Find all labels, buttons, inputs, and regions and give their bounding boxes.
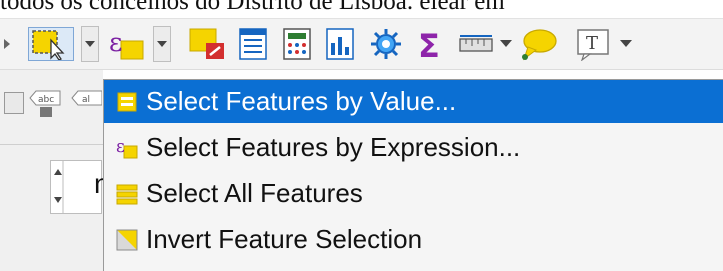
- menu-item-invert-selection[interactable]: Invert Feature Selection: [104, 218, 723, 261]
- form-select-icon: [117, 92, 137, 111]
- measure-line-button[interactable]: [456, 27, 496, 61]
- processing-toolbox-button[interactable]: [368, 27, 404, 61]
- spin-arrows-icon[interactable]: [51, 161, 65, 213]
- overflow-arrow-icon[interactable]: [2, 27, 12, 61]
- menu-item-select-by-expression[interactable]: ε Select Features by Expression...: [104, 126, 723, 169]
- label-abc-alt-icon: al: [71, 90, 103, 106]
- annotation-dropdown-arrow[interactable]: [620, 40, 632, 47]
- select-expression-dropdown[interactable]: [153, 26, 171, 62]
- label-abc-button[interactable]: abc: [28, 88, 62, 118]
- select-by-expression-button[interactable]: ε: [107, 27, 147, 61]
- select-all-icon: [116, 184, 138, 204]
- svg-text:T: T: [586, 33, 598, 54]
- deselect-features-icon: [189, 28, 224, 59]
- processing-toolbox-icon: [371, 29, 401, 59]
- open-attribute-table-button[interactable]: [236, 27, 270, 61]
- document-header-text: todos os concelhos do Distrito de Lisboa…: [0, 0, 505, 15]
- select-features-dropdown[interactable]: [81, 26, 99, 62]
- text-annotation-icon: T: [577, 29, 609, 62]
- svg-text:Σ: Σ: [418, 27, 440, 61]
- map-tips-button[interactable]: [518, 27, 558, 61]
- menu-item-label: Invert Feature Selection: [146, 224, 423, 254]
- menu-item-label: Select All Features: [146, 178, 363, 208]
- select-rectangle-icon: [32, 30, 65, 61]
- label-abc-alt-button[interactable]: al: [70, 88, 103, 118]
- invert-selection-icon: [116, 229, 138, 250]
- statistics-panel-button[interactable]: [323, 27, 357, 61]
- sigma-icon: Σ: [418, 27, 440, 65]
- select-by-expression-icon: ε: [109, 28, 144, 60]
- svg-text:al: al: [82, 95, 90, 105]
- menu-item-select-by-value[interactable]: Select Features by Value...: [104, 80, 723, 123]
- measure-line-icon: [459, 35, 493, 52]
- menu-item-label: Select Features by Expression...: [146, 132, 521, 162]
- label-tool-icon[interactable]: [4, 92, 24, 114]
- map-tips-icon: [522, 29, 557, 61]
- panel-divider: [0, 144, 103, 145]
- label-abc-icon: abc: [29, 90, 61, 117]
- sum-statistics-button[interactable]: Σ: [414, 27, 448, 65]
- field-calculator-icon: [283, 28, 311, 60]
- field-calculator-button[interactable]: [280, 27, 314, 61]
- attribute-table-icon: [239, 28, 267, 60]
- screenshot-root: todos os concelhos do Distrito de Lisboa…: [0, 0, 723, 271]
- epsilon-icon: ε: [116, 137, 138, 158]
- statistical-summary-icon: [326, 28, 354, 60]
- selection-toolbar: ε Σ T: [0, 18, 723, 70]
- svg-text:ε: ε: [116, 137, 125, 157]
- svg-text:ε: ε: [109, 28, 122, 58]
- menu-item-select-all[interactable]: Select All Features: [104, 172, 723, 215]
- svg-text:abc: abc: [38, 95, 54, 105]
- text-annotation-button[interactable]: T: [574, 27, 614, 62]
- deselect-features-button[interactable]: [188, 27, 228, 61]
- menu-item-label: Select Features by Value...: [146, 86, 457, 116]
- measure-dropdown-arrow[interactable]: [500, 40, 512, 47]
- select-features-button[interactable]: [28, 27, 74, 61]
- select-features-menu: Select Features by Value... ε Select Fea…: [103, 79, 723, 271]
